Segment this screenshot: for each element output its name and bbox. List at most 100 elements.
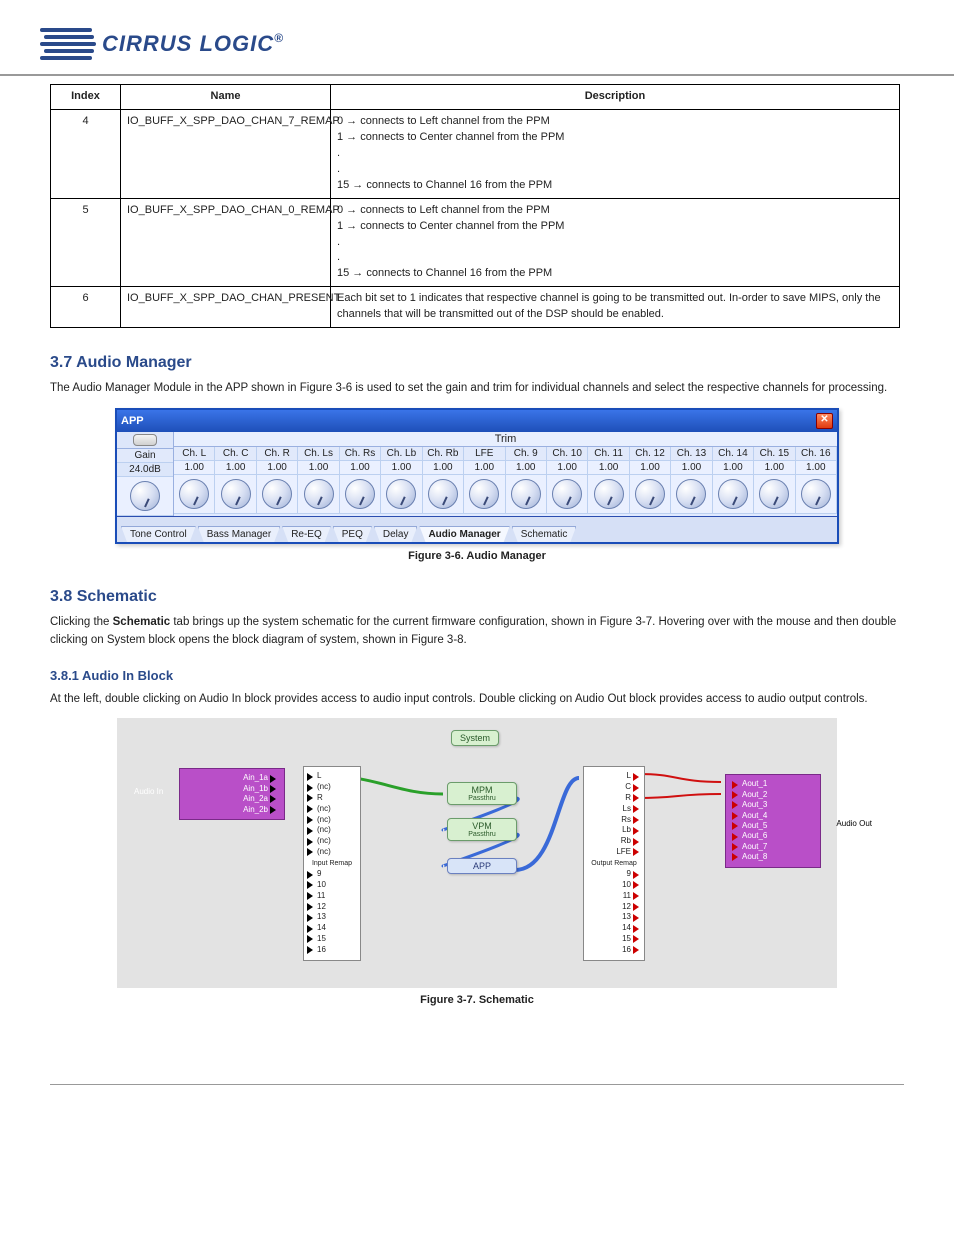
channel-knob[interactable]: [215, 475, 256, 514]
channel-header: Ch. 16: [796, 447, 837, 461]
table-cell-index: 5: [51, 198, 121, 287]
output-remap-port: 10: [587, 880, 641, 891]
channel-value: 1.00: [257, 461, 298, 475]
tab-schematic[interactable]: Schematic: [512, 526, 577, 542]
channel-knob[interactable]: [298, 475, 339, 514]
input-remap-port: 9: [307, 869, 357, 880]
channel-value: 1.00: [215, 461, 256, 475]
channel-knob[interactable]: [174, 475, 215, 514]
table-cell-description: Each bit set to 1 indicates that respect…: [331, 287, 900, 328]
audio-out-port: Aout_1: [732, 779, 814, 789]
channel-knob[interactable]: [588, 475, 629, 514]
section-3-8-heading: 3.8 Schematic: [50, 588, 904, 606]
channel-knob[interactable]: [381, 475, 422, 514]
channel-header: LFE: [464, 447, 505, 461]
input-remap-port: L: [307, 771, 357, 782]
table-cell-description: 0 → connects to Left channel from the PP…: [331, 198, 900, 287]
output-remap-port: 14: [587, 923, 641, 934]
channel-knob[interactable]: [754, 475, 795, 514]
audio-out-block[interactable]: Aout_1Aout_2Aout_3Aout_4Aout_5Aout_6Aout…: [725, 774, 821, 867]
audio-in-block[interactable]: Ain_1aAin_1bAin_2aAin_2b Audio In: [179, 768, 285, 820]
channel-value: 1.00: [547, 461, 588, 475]
input-remap-port: (nc): [307, 815, 357, 826]
output-remap-block[interactable]: LCRLsRsLbRbLFEOutput Remap91011121314151…: [583, 766, 645, 960]
input-remap-port: 10: [307, 880, 357, 891]
table-cell-name: IO_BUFF_X_SPP_DAO_CHAN_7_REMAP: [121, 109, 331, 198]
output-remap-port: Rb: [587, 836, 641, 847]
audio-out-port: Aout_3: [732, 800, 814, 810]
system-block[interactable]: System: [451, 730, 499, 746]
figure-3-6-caption: Figure 3-6. Audio Manager: [50, 550, 904, 562]
channel-header: Ch. Lb: [381, 447, 422, 461]
vpm-block[interactable]: VPM Passthru: [447, 818, 517, 841]
channel-value: 1.00: [713, 461, 754, 475]
channel-header: Ch. Ls: [298, 447, 339, 461]
input-remap-port: 16: [307, 945, 357, 956]
audio-in-port: Ain_1a: [186, 773, 278, 783]
channel-knob[interactable]: [464, 475, 505, 514]
channel-knob[interactable]: [671, 475, 712, 514]
channel-value: 1.00: [423, 461, 464, 475]
channel-knob[interactable]: [713, 475, 754, 514]
output-remap-port: 16: [587, 945, 641, 956]
audio-in-port: Ain_2a: [186, 794, 278, 804]
th-index: Index: [51, 85, 121, 110]
page-footer-rule: [50, 1084, 904, 1085]
channel-knob[interactable]: [796, 475, 837, 514]
input-remap-label: Input Remap: [307, 859, 357, 868]
gain-value: 24.0dB: [117, 463, 173, 477]
channel-value: 1.00: [671, 461, 712, 475]
channel-value: 1.00: [381, 461, 422, 475]
page-header: CIRRUS LOGIC®: [0, 0, 954, 76]
audio-out-port: Aout_8: [732, 852, 814, 862]
channel-knob[interactable]: [506, 475, 547, 514]
tab-re-eq[interactable]: Re-EQ: [282, 526, 331, 542]
audio-out-label: Audio Out: [836, 819, 872, 829]
channel-header: Ch. C: [215, 447, 256, 461]
close-icon[interactable]: ✕: [816, 413, 833, 429]
output-remap-port: 12: [587, 902, 641, 913]
channel-knob[interactable]: [423, 475, 464, 514]
input-remap-port: (nc): [307, 825, 357, 836]
channel-value: 1.00: [754, 461, 795, 475]
mpm-block[interactable]: MPM Passthru: [447, 782, 517, 805]
audio-out-port: Aout_6: [732, 831, 814, 841]
trim-label: Trim: [174, 432, 837, 447]
channel-header: Ch. 12: [630, 447, 671, 461]
channel-header: Ch. 9: [506, 447, 547, 461]
gain-knob[interactable]: [117, 477, 173, 516]
audio-in-port: Ain_1b: [186, 784, 278, 794]
output-remap-port: C: [587, 782, 641, 793]
output-remap-port: Lb: [587, 825, 641, 836]
table-cell-description: 0 → connects to Left channel from the PP…: [331, 109, 900, 198]
output-remap-port: 11: [587, 891, 641, 902]
audio-in-port: Ain_2b: [186, 805, 278, 815]
app-block[interactable]: APP: [447, 858, 517, 874]
app-titlebar: APP ✕: [117, 410, 837, 432]
input-remap-port: 11: [307, 891, 357, 902]
app-title: APP: [121, 415, 144, 427]
audio-out-port: Aout_7: [732, 842, 814, 852]
channel-header: Ch. 15: [754, 447, 795, 461]
input-remap-block[interactable]: L(nc)R(nc)(nc)(nc)(nc)(nc)Input Remap910…: [303, 766, 361, 960]
channel-knob[interactable]: [340, 475, 381, 514]
input-remap-port: 12: [307, 902, 357, 913]
schematic-canvas: System Ain_1aAin_1bAin_2aAin_2b Audio In…: [117, 718, 837, 988]
section-3-8-1-heading: 3.8.1 Audio In Block: [50, 668, 904, 683]
channel-knob[interactable]: [257, 475, 298, 514]
audio-out-port: Aout_2: [732, 790, 814, 800]
section-3-8-body-2: At the left, double clicking on Audio In…: [50, 691, 904, 709]
channel-value: 1.00: [796, 461, 837, 475]
input-remap-port: (nc): [307, 847, 357, 858]
tab-peq[interactable]: PEQ: [333, 526, 372, 542]
tab-delay[interactable]: Delay: [374, 526, 418, 542]
input-remap-port: R: [307, 793, 357, 804]
tab-tone-control[interactable]: Tone Control: [121, 526, 196, 542]
table-cell-name: IO_BUFF_X_SPP_DAO_CHAN_0_REMAP: [121, 198, 331, 287]
tab-audio-manager[interactable]: Audio Manager: [419, 526, 509, 542]
tab-bass-manager[interactable]: Bass Manager: [198, 526, 280, 542]
channel-knob[interactable]: [630, 475, 671, 514]
input-remap-port: 14: [307, 923, 357, 934]
channel-knob[interactable]: [547, 475, 588, 514]
table-cell-index: 4: [51, 109, 121, 198]
